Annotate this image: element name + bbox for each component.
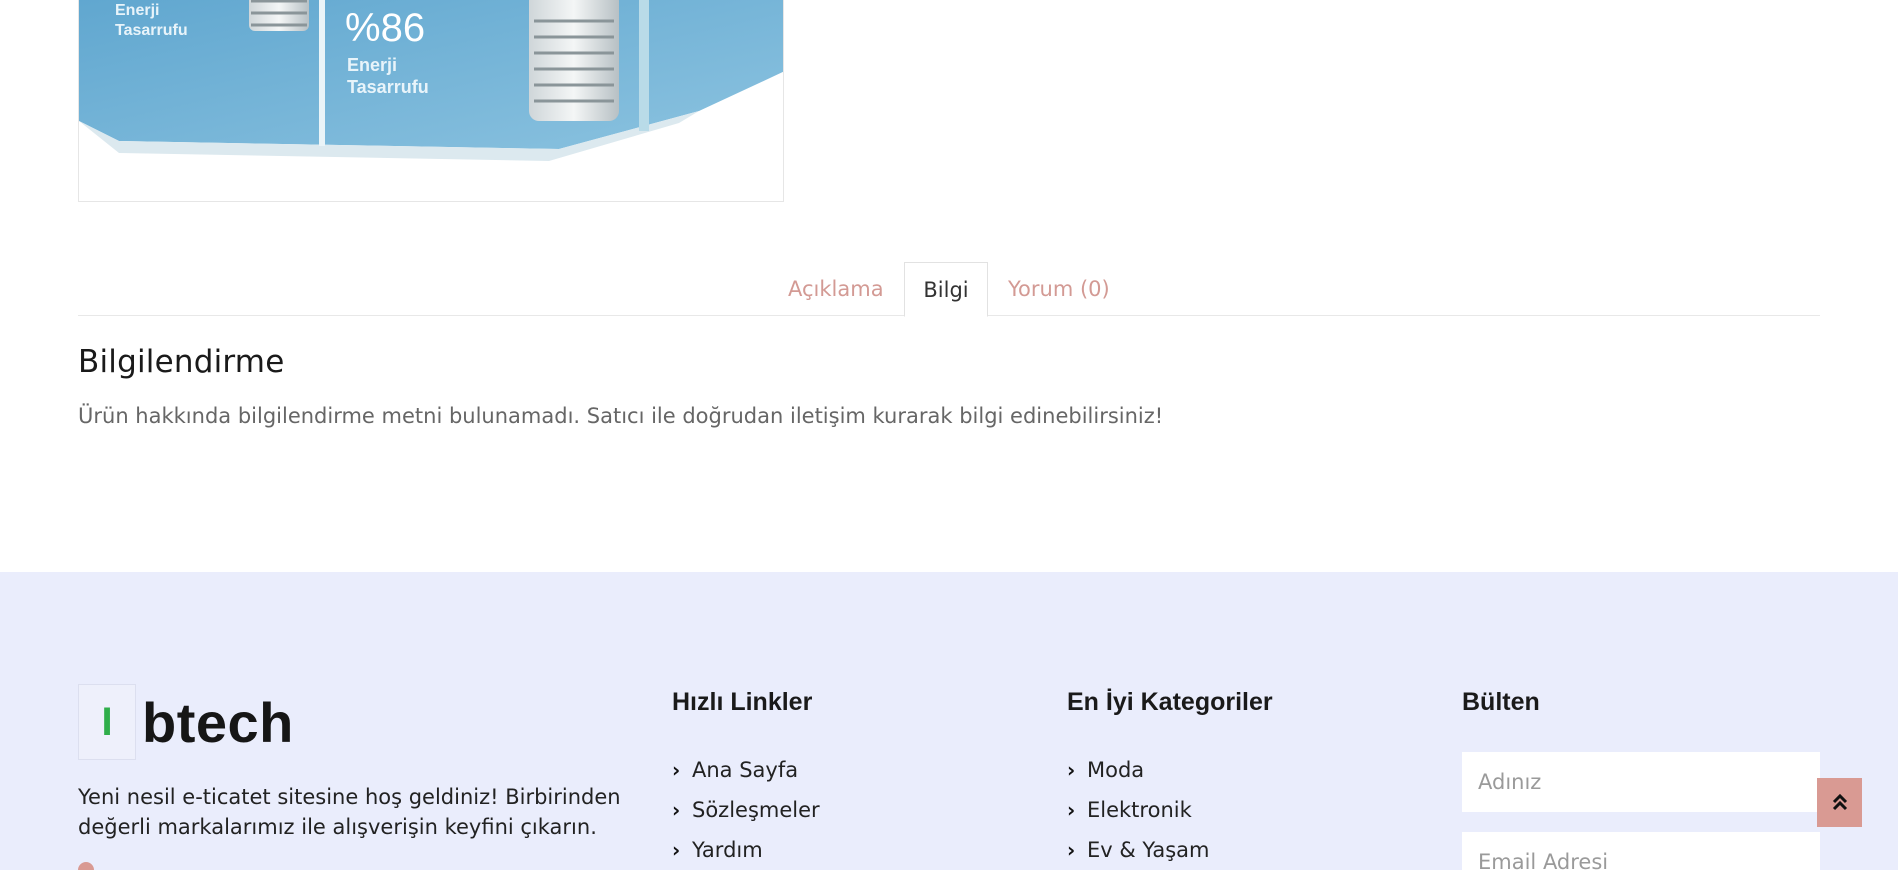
scroll-to-top-button[interactable] <box>1817 778 1862 827</box>
svg-text:Tasarrufu: Tasarrufu <box>347 77 429 97</box>
footer-link-help[interactable]: › Yardım <box>672 830 820 870</box>
footer-category-moda[interactable]: › Moda <box>1067 750 1210 790</box>
footer-category-label: Elektronik <box>1087 798 1192 822</box>
chevron-right-icon: › <box>672 758 681 782</box>
footer-link-home[interactable]: › Ana Sayfa <box>672 750 820 790</box>
footer-about-text: Yeni nesil e-ticatet sitesine hoş geldin… <box>78 785 621 839</box>
newsletter-email-input[interactable] <box>1462 832 1820 870</box>
location-pin-icon <box>74 858 98 870</box>
tab-aciklama[interactable]: Açıklama <box>767 262 905 317</box>
product-image-frame: %86 Enerji Tasarrufu Enerji Tasarrufu <box>78 0 784 202</box>
newsletter-name-input[interactable] <box>1462 752 1820 812</box>
product-image: %86 Enerji Tasarrufu Enerji Tasarrufu <box>79 0 783 161</box>
footer-category-ev-yasam[interactable]: › Ev & Yaşam <box>1067 830 1210 870</box>
categories-list: › Moda › Elektronik › Ev & Yaşam <box>1067 750 1210 870</box>
product-tabs: Açıklama Bilgi Yorum (0) <box>78 262 1820 317</box>
svg-text:Tasarrufu: Tasarrufu <box>115 22 188 39</box>
newsletter-title: Bülten <box>1462 688 1540 716</box>
footer-link-label: Sözleşmeler <box>692 798 820 822</box>
tab-bilgi[interactable]: Bilgi <box>904 262 988 317</box>
double-chevron-up-icon <box>1832 793 1847 810</box>
chevron-right-icon: › <box>1067 758 1076 782</box>
footer-link-contracts[interactable]: › Sözleşmeler <box>672 790 820 830</box>
site-footer: I btech Yeni nesil e-ticatet sitesine ho… <box>0 572 1898 870</box>
quick-links-list: › Ana Sayfa › Sözleşmeler › Yardım <box>672 750 820 870</box>
logo-mark-letter: I <box>101 699 113 744</box>
svg-text:%86: %86 <box>345 6 425 50</box>
footer-link-label: Yardım <box>692 838 763 862</box>
info-heading: Bilgilendirme <box>78 344 285 380</box>
footer-category-label: Ev & Yaşam <box>1087 838 1210 862</box>
chevron-right-icon: › <box>1067 838 1076 862</box>
info-text: Ürün hakkında bilgilendirme metni buluna… <box>78 404 1164 428</box>
chevron-right-icon: › <box>672 838 681 862</box>
footer-category-label: Moda <box>1087 758 1145 782</box>
footer-logo[interactable]: I btech <box>78 684 294 760</box>
tab-yorum[interactable]: Yorum (0) <box>987 262 1131 317</box>
categories-title: En İyi Kategoriler <box>1067 688 1273 716</box>
chevron-right-icon: › <box>672 798 681 822</box>
footer-link-label: Ana Sayfa <box>692 758 799 782</box>
chevron-right-icon: › <box>1067 798 1076 822</box>
svg-text:Enerji: Enerji <box>115 2 159 19</box>
logo-text: btech <box>142 690 294 754</box>
footer-category-elektronik[interactable]: › Elektronik <box>1067 790 1210 830</box>
bulb-left <box>249 0 309 31</box>
quick-links-title: Hızlı Linkler <box>672 688 813 716</box>
svg-text:Enerji: Enerji <box>347 55 397 75</box>
logo-mark: I <box>78 684 136 760</box>
